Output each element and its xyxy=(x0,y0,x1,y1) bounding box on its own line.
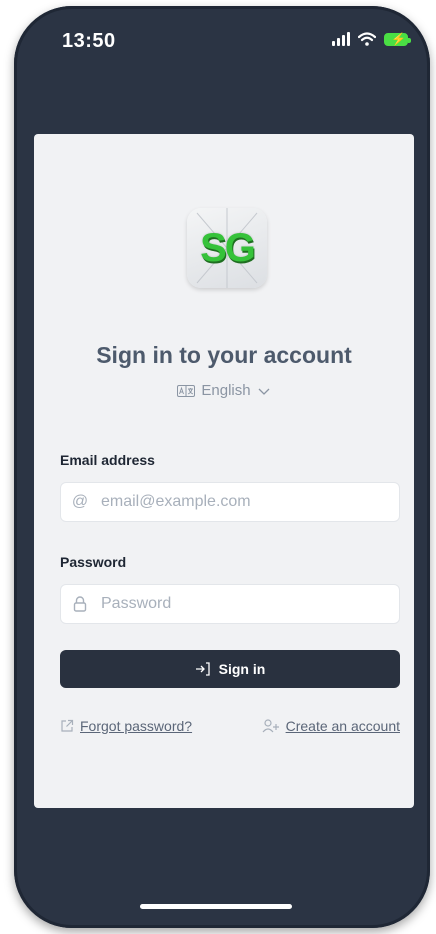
language-label: English xyxy=(201,382,251,399)
battery-icon: ⚡ xyxy=(384,32,411,46)
password-field[interactable] xyxy=(60,584,400,624)
forgot-password-link[interactable]: Forgot password? xyxy=(60,718,192,734)
page-title: Sign in to your account xyxy=(96,342,352,368)
home-indicator[interactable] xyxy=(140,904,292,909)
sign-in-icon xyxy=(195,662,210,676)
sign-in-label: Sign in xyxy=(218,661,266,677)
status-time: 13:50 xyxy=(62,30,116,52)
logo-text: SG xyxy=(200,226,256,270)
translate-icon xyxy=(177,384,196,397)
email-label: Email address xyxy=(60,452,155,468)
app-logo: SG xyxy=(187,208,267,288)
sign-in-button[interactable]: Sign in xyxy=(60,650,400,688)
language-selector[interactable]: English xyxy=(34,382,414,399)
signal-icon xyxy=(332,32,350,46)
password-label: Password xyxy=(60,554,127,570)
login-card: SG Sign in to your account English Email… xyxy=(34,134,414,808)
email-field[interactable]: @ xyxy=(60,482,400,522)
create-account-link[interactable]: Create an account xyxy=(262,718,400,734)
chevron-down-icon xyxy=(258,388,270,395)
lock-icon xyxy=(61,596,99,612)
email-input[interactable] xyxy=(99,482,399,522)
external-link-icon xyxy=(61,719,74,732)
at-icon: @ xyxy=(71,493,89,510)
status-bar: 13:50 ⚡ xyxy=(14,6,430,76)
status-icons: ⚡ xyxy=(332,32,411,46)
forgot-password-label: Forgot password? xyxy=(80,718,193,734)
create-account-label: Create an account xyxy=(285,718,400,734)
password-input[interactable] xyxy=(99,584,399,624)
user-plus-icon xyxy=(262,719,279,733)
wifi-icon xyxy=(358,32,376,46)
phone-frame: 13:50 ⚡ SG Sign in to your account Engli… xyxy=(14,6,430,928)
